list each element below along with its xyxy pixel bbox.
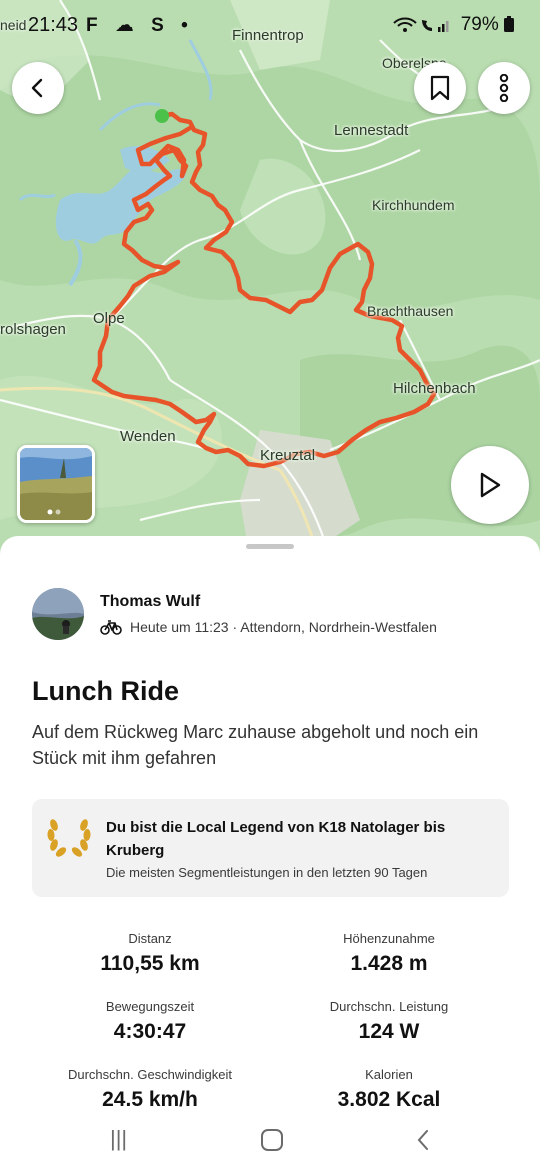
stat-speed-label: Durchschn. Geschwindigkeit: [67, 1067, 233, 1082]
route-start-marker: [155, 109, 169, 123]
home-icon: [261, 1129, 283, 1151]
stat-calories: Kalorien 3.802 Kcal: [259, 1067, 519, 1112]
wifi-signal-icon: [393, 17, 449, 32]
battery-percent: 79%: [460, 14, 499, 35]
map-label-olshagen: rolshagen: [0, 321, 66, 338]
map-label-olpe: Olpe: [93, 310, 125, 327]
map-label-kirchhundem: Kirchhundem: [372, 197, 455, 213]
activity-meta-text: Heute um 11:23 · Attendorn, Nordrhein-We…: [130, 619, 437, 635]
more-vertical-icon: [499, 74, 509, 102]
play-flyover-button[interactable]: [451, 446, 529, 524]
athlete-avatar[interactable]: [32, 588, 84, 640]
bike-icon: [100, 620, 122, 635]
stat-elevation-label: Höhenzunahme: [343, 931, 435, 946]
system-navigation-bar: |||: [0, 1112, 540, 1170]
map-label-brachthausen: Brachthausen: [367, 303, 454, 319]
stat-moving-time: Bewegungszeit 4:30:47: [20, 999, 280, 1044]
activity-details-sheet[interactable]: Thomas Wulf Heute um 11:23 · Attendorn, …: [0, 536, 540, 1170]
stat-moving-time-label: Bewegungszeit: [105, 999, 195, 1014]
arrow-left-icon: [31, 78, 43, 98]
stat-power: Durchschn. Leistung 124 W: [259, 999, 519, 1044]
connectivity-icons: [392, 16, 452, 39]
laurel-wreath-icon: [47, 819, 91, 857]
local-legend-card[interactable]: Du bist die Local Legend von K18 Natolag…: [32, 799, 509, 897]
stat-elevation: Höhenzunahme 1.428 m: [259, 931, 519, 976]
recent-apps-button[interactable]: |||: [110, 1126, 127, 1152]
avatar-image: [32, 588, 84, 640]
local-legend-subtitle: Die meisten Segmentleistungen in den let…: [106, 865, 428, 880]
status-time: 21:43: [28, 14, 79, 36]
stat-speed: Durchschn. Geschwindigkeit 24.5 km/h: [20, 1067, 280, 1112]
activity-photo-thumbnail[interactable]: [17, 445, 95, 523]
stat-distance-value: 110,55 km: [100, 952, 200, 975]
stat-elevation-value: 1.428 m: [350, 952, 428, 975]
notification-icons: F ☁ S •: [86, 15, 194, 36]
activity-title: Lunch Ride: [32, 676, 179, 706]
stat-calories-value: 3.802 Kcal: [337, 1088, 441, 1111]
status-bar: 21:43 F ☁ S • 79%: [0, 0, 540, 52]
map-label-hilchenbach: Hilchenbach: [393, 380, 476, 397]
stat-power-value: 124 W: [358, 1020, 420, 1043]
bookmark-icon: [430, 75, 450, 101]
battery-status: 79%: [461, 14, 514, 36]
play-icon: [480, 472, 501, 498]
athlete-name[interactable]: Thomas Wulf: [100, 593, 200, 611]
local-legend-title: Du bist die Local Legend von K18 Natolag…: [106, 819, 446, 859]
back-button[interactable]: [12, 62, 64, 114]
stat-distance-label: Distanz: [128, 931, 172, 946]
landscape-photo: [20, 448, 92, 520]
bookmark-button[interactable]: [414, 62, 466, 114]
stat-distance: Distanz 110,55 km: [20, 931, 280, 976]
map-label-lennestadt: Lennestadt: [334, 122, 409, 139]
map-label-kreuztal: Kreuztal: [260, 447, 316, 464]
route-map[interactable]: neid Finnentrop Oberelspe Lennestadt Kir…: [0, 0, 540, 560]
home-button[interactable]: [260, 1128, 284, 1158]
battery-icon: [504, 16, 514, 32]
activity-description: Auf dem Rückweg Marc zuhause abgeholt un…: [32, 722, 479, 768]
stat-power-label: Durchschn. Leistung: [329, 999, 449, 1014]
stat-speed-value: 24.5 km/h: [102, 1088, 198, 1111]
map-label-wenden: Wenden: [120, 428, 176, 445]
sheet-drag-handle[interactable]: [246, 544, 294, 549]
system-back-button[interactable]: [414, 1128, 432, 1158]
stat-calories-label: Kalorien: [365, 1067, 413, 1082]
activity-meta-row: Heute um 11:23 · Attendorn, Nordrhein-We…: [100, 619, 437, 635]
more-options-button[interactable]: [478, 62, 530, 114]
back-icon: [417, 1130, 428, 1150]
stat-moving-time-value: 4:30:47: [113, 1020, 187, 1043]
